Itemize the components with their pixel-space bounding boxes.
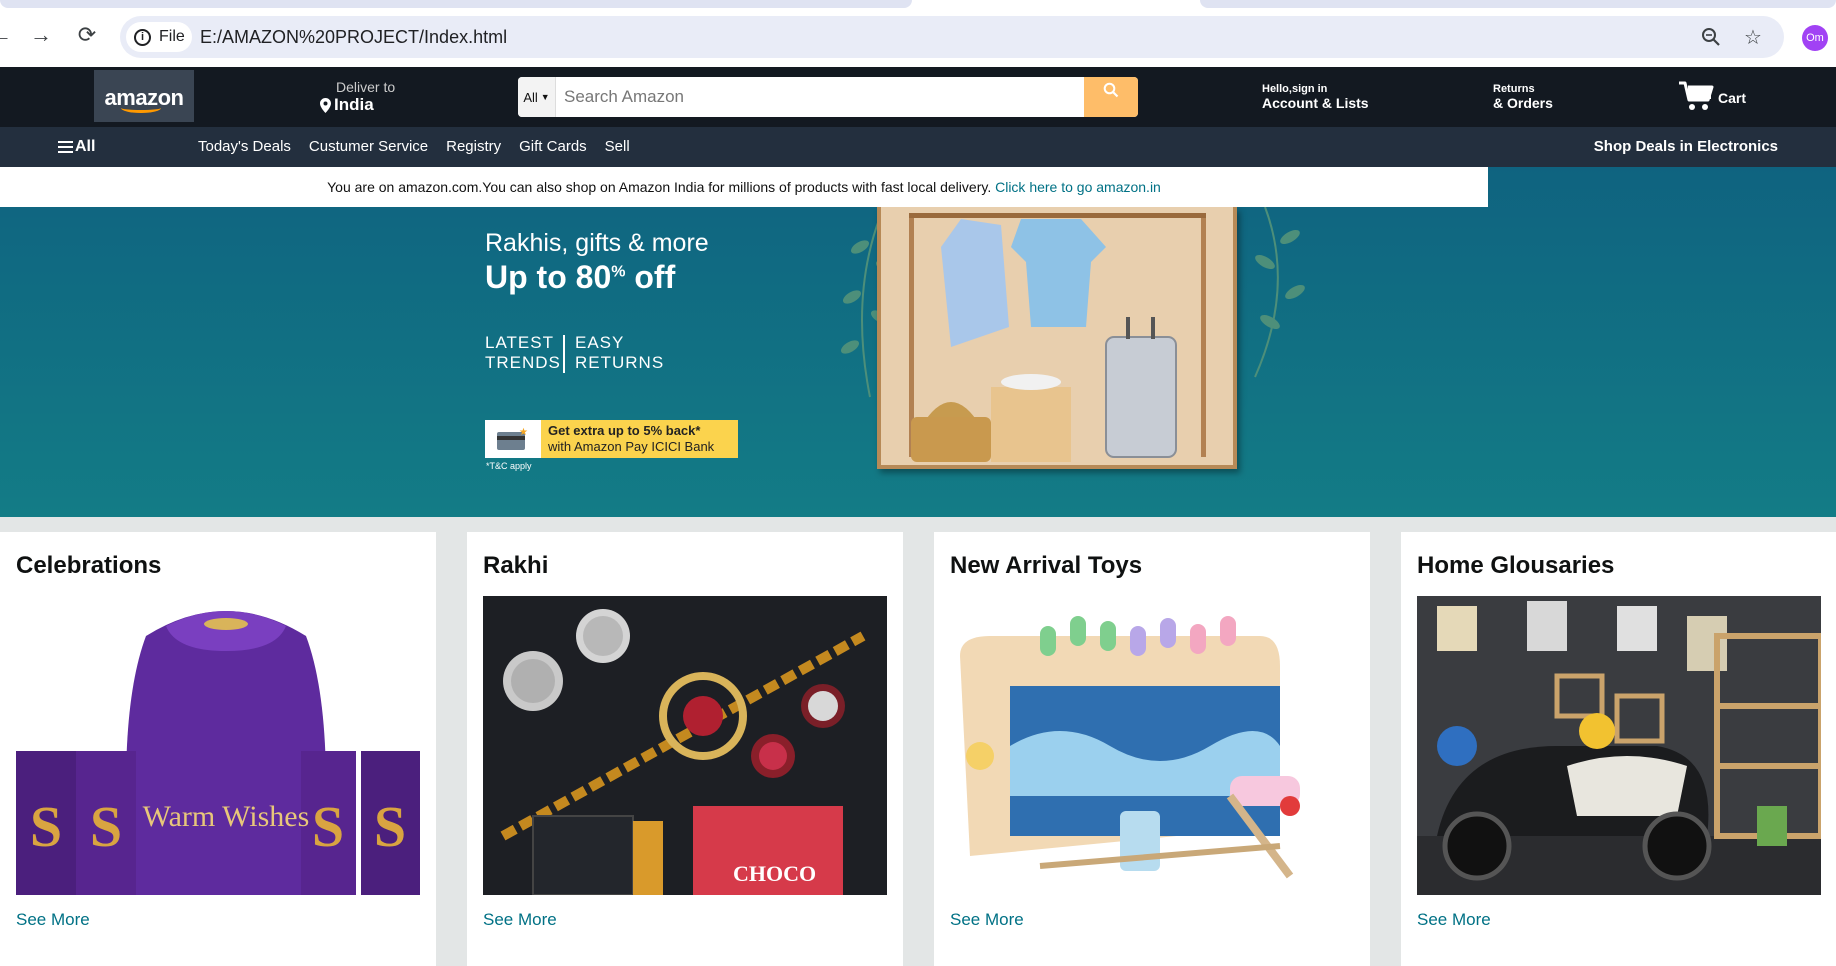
deliver-to[interactable]: Deliver to India bbox=[320, 79, 395, 115]
reload-icon[interactable]: ⟳ bbox=[72, 20, 102, 50]
promo-line2: with Amazon Pay ICICI Bank bbox=[548, 439, 715, 454]
hamburger-icon bbox=[58, 141, 73, 153]
celebrations-image[interactable]: S S S S Warm Wishes bbox=[16, 596, 420, 895]
shop-deals-link[interactable]: Shop Deals in Electronics bbox=[1594, 127, 1778, 167]
cart-icon bbox=[1679, 81, 1714, 110]
hero-headline: Rakhis, gifts & more bbox=[485, 229, 709, 257]
see-more-link[interactable]: See More bbox=[16, 910, 90, 930]
warm-wishes-text: Warm Wishes bbox=[143, 800, 310, 833]
category-card-celebrations[interactable]: Celebrations S S S S Warm Wishes See Mor… bbox=[0, 532, 436, 966]
browser-toolbar: ← → ⟳ i File E:/AMAZON%20PROJECT/Index.h… bbox=[0, 8, 1836, 67]
category-card-home-glousaries[interactable]: Home Glousaries See More bbox=[1401, 532, 1836, 966]
nav-link-customer-service[interactable]: Custumer Service bbox=[309, 127, 428, 167]
nav-link-todays-deals[interactable]: Today's Deals bbox=[198, 127, 291, 167]
site-info-chip[interactable]: i File bbox=[126, 22, 192, 52]
logo-smile-icon bbox=[121, 103, 161, 113]
feature-easy-returns: EASY RETURNS bbox=[575, 333, 665, 372]
url-text[interactable]: E:/AMAZON%20PROJECT/Index.html bbox=[200, 16, 507, 58]
leaf-decoration-right bbox=[1254, 207, 1305, 378]
search-input[interactable] bbox=[556, 77, 1084, 117]
deliver-label: Deliver to bbox=[336, 79, 396, 95]
hero-offer: Up to 80% off bbox=[485, 259, 676, 295]
bookmark-star-icon[interactable]: ☆ bbox=[1740, 24, 1766, 50]
info-icon: i bbox=[134, 28, 151, 46]
card-title: New Arrival Toys bbox=[950, 552, 1143, 579]
orders-label: & Orders bbox=[1493, 95, 1553, 111]
all-menu-button[interactable]: All bbox=[58, 127, 95, 167]
svg-text:CHOCO: CHOCO bbox=[733, 861, 816, 886]
card-title: Rakhi bbox=[483, 552, 549, 579]
deliver-location: India bbox=[334, 95, 374, 114]
svg-text:S: S bbox=[90, 794, 122, 859]
see-more-link[interactable]: See More bbox=[950, 910, 1024, 930]
account-label: Account & Lists bbox=[1262, 95, 1369, 111]
search-icon bbox=[1103, 82, 1119, 98]
svg-text:S: S bbox=[30, 794, 62, 859]
nav-link-registry[interactable]: Registry bbox=[446, 127, 501, 167]
nav-link-gift-cards[interactable]: Gift Cards bbox=[519, 127, 587, 167]
profile-avatar[interactable]: Om bbox=[1802, 25, 1828, 51]
search-bar: All ▼ bbox=[518, 77, 1138, 117]
address-bar[interactable]: i File E:/AMAZON%20PROJECT/Index.html ☆ bbox=[120, 16, 1784, 58]
card-title: Home Glousaries bbox=[1417, 552, 1615, 579]
amazon-header: amazon Deliver to India All ▼ Hello,sign… bbox=[0, 67, 1836, 127]
search-button[interactable] bbox=[1084, 77, 1138, 117]
tab-right[interactable] bbox=[1200, 0, 1836, 8]
sub-nav-links: Today's Deals Custumer Service Registry … bbox=[198, 127, 648, 167]
location-pin-icon bbox=[320, 97, 331, 113]
all-label: All bbox=[75, 138, 96, 155]
category-card-rakhi[interactable]: Rakhi CHOCO See More bbox=[467, 532, 903, 966]
svg-text:S: S bbox=[374, 794, 406, 859]
notice-link[interactable]: Click here to go amazon.in bbox=[995, 179, 1161, 195]
see-more-link[interactable]: See More bbox=[1417, 910, 1491, 930]
card-title: Celebrations bbox=[16, 552, 162, 579]
search-category-select[interactable]: All ▼ bbox=[518, 77, 556, 117]
see-more-link[interactable]: See More bbox=[483, 910, 557, 930]
nav-link-sell[interactable]: Sell bbox=[605, 127, 630, 167]
account-greeting: Hello,sign in bbox=[1262, 83, 1328, 95]
rakhi-image[interactable]: CHOCO bbox=[483, 596, 887, 895]
feature-divider bbox=[563, 335, 565, 373]
locale-notice: You are on amazon.com.You can also shop … bbox=[0, 167, 1488, 207]
notice-text: You are on amazon.com.You can also shop … bbox=[327, 179, 992, 195]
forward-icon[interactable]: → bbox=[26, 20, 56, 50]
tnc-note: *T&C apply bbox=[486, 461, 532, 471]
returns-label: Returns bbox=[1493, 83, 1535, 95]
cart-label: Cart bbox=[1718, 90, 1747, 106]
site-chip-label: File bbox=[159, 28, 185, 45]
hero-product-image bbox=[877, 207, 1237, 469]
promo-line1: Get extra up to 5% back* bbox=[548, 423, 701, 438]
category-card-new-arrival-toys[interactable]: New Arrival Toys See More bbox=[934, 532, 1370, 966]
toys-image[interactable] bbox=[950, 596, 1354, 895]
returns-orders[interactable]: Returns & Orders bbox=[1493, 83, 1553, 111]
feature-latest-trends: LATEST TRENDS bbox=[485, 333, 561, 372]
sub-navigation: All Today's Deals Custumer Service Regis… bbox=[0, 127, 1836, 167]
cart-button[interactable]: Cart bbox=[1678, 80, 1746, 112]
zoom-icon[interactable] bbox=[1698, 24, 1724, 50]
back-icon[interactable]: ← bbox=[0, 20, 16, 50]
svg-text:★: ★ bbox=[519, 427, 528, 438]
hero-content: Rakhis, gifts & more Up to 80% off LATES… bbox=[0, 207, 1836, 517]
tab-left[interactable] bbox=[0, 0, 912, 8]
svg-text:S: S bbox=[312, 794, 344, 859]
amazon-logo[interactable]: amazon bbox=[94, 70, 194, 122]
icici-promo-badge[interactable]: ★ Get extra up to 5% back* with Amazon P… bbox=[485, 420, 738, 458]
account-lists[interactable]: Hello,sign in Account & Lists bbox=[1262, 83, 1369, 111]
home-image[interactable] bbox=[1417, 596, 1821, 895]
tab-strip bbox=[0, 0, 1836, 8]
chevron-down-icon: ▼ bbox=[540, 92, 550, 102]
credit-card-icon: ★ bbox=[485, 420, 541, 458]
